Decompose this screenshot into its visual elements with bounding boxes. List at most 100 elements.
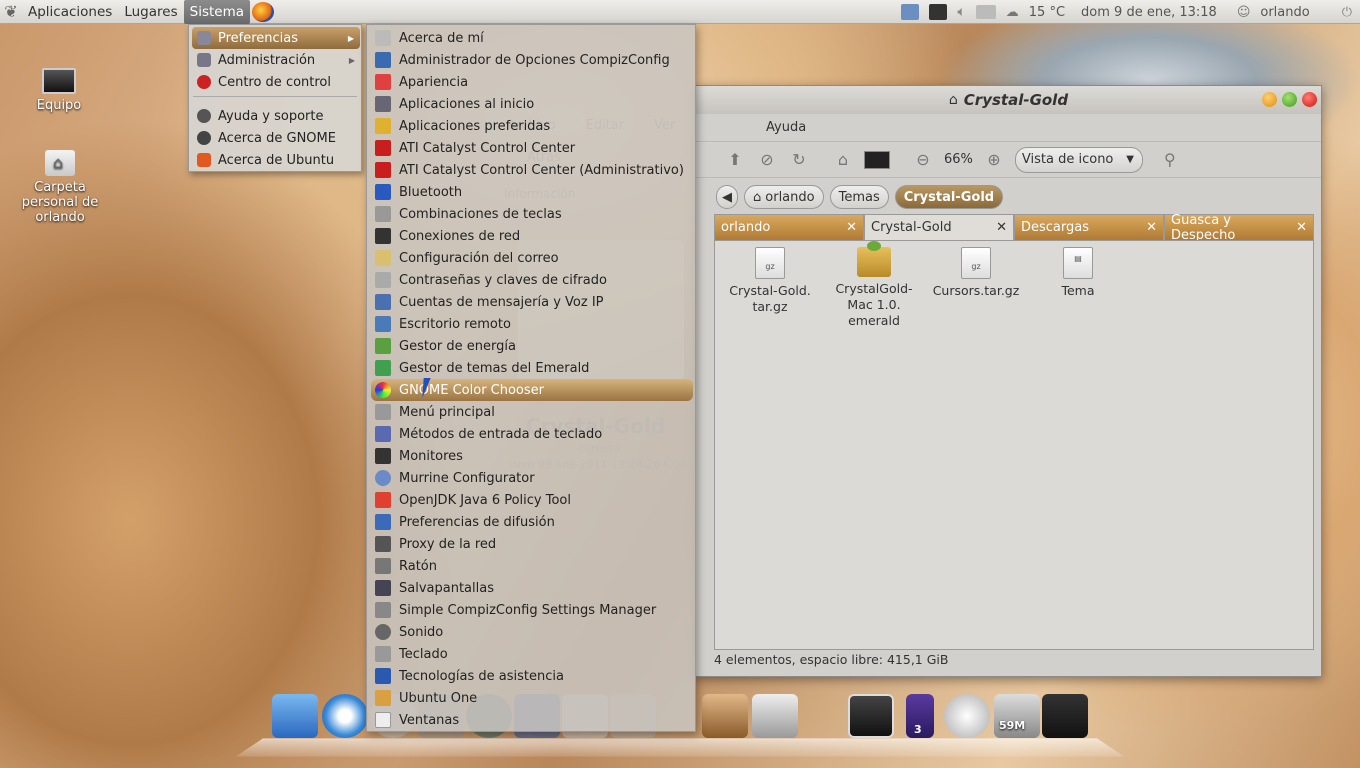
emerald-icon (375, 360, 391, 376)
gnome-foot-icon[interactable]: ❦ (0, 1, 22, 23)
firefox-launcher-icon[interactable] (252, 1, 275, 22)
menu-lugares[interactable]: Lugares (118, 0, 183, 24)
desktop-icon-home[interactable]: Carpeta personal de orlando (20, 150, 100, 225)
menu-item-acerca-gnome[interactable]: Acerca de GNOME (189, 127, 361, 149)
stop-icon[interactable]: ⊘ (756, 149, 778, 171)
pref-item[interactable]: Simple CompizConfig Settings Manager (371, 599, 693, 621)
pref-item[interactable]: Gestor de temas del Emerald (371, 357, 693, 379)
window-titlebar[interactable]: ⌂ Crystal-Gold (696, 86, 1321, 114)
pref-item[interactable]: Aplicaciones al inicio (371, 93, 693, 115)
desktop-icon-equipo[interactable]: Equipo (19, 68, 99, 113)
notes-icon[interactable] (901, 4, 920, 20)
pref-item[interactable]: OpenJDK Java 6 Policy Tool (371, 489, 693, 511)
pref-item[interactable]: Configuración del correo (371, 247, 693, 269)
mail-icon[interactable] (975, 5, 996, 19)
pref-item[interactable]: Preferencias de difusión (371, 511, 693, 533)
pref-item[interactable]: Murrine Configurator (371, 467, 693, 489)
back-arrow-icon[interactable]: ◀ (716, 185, 738, 209)
pref-item[interactable]: Contraseñas y claves de cifrado (371, 269, 693, 291)
weather-icon[interactable]: ☁︎ (1006, 5, 1019, 20)
pref-item[interactable]: Métodos de entrada de teclado (371, 423, 693, 445)
tab-descargas[interactable]: Descargas ✕ (1014, 214, 1164, 240)
computer-icon[interactable] (864, 150, 890, 169)
volume-icon[interactable]: 🔈︎ (957, 4, 965, 20)
minimize-button[interactable] (1262, 92, 1277, 107)
screenshot-icon[interactable] (929, 4, 948, 20)
pref-item[interactable]: Cuentas de mensajería y Voz IP (371, 291, 693, 313)
tab-orlando[interactable]: orlando ✕ (714, 214, 864, 240)
close-icon[interactable]: ✕ (846, 220, 857, 235)
trash-icon[interactable]: 59M (994, 694, 1040, 738)
pref-item[interactable]: Bluetooth (371, 181, 693, 203)
pref-item[interactable]: Tecnologías de asistencia (371, 665, 693, 687)
pref-item[interactable]: Proxy de la red (371, 533, 693, 555)
pointer-app-icon[interactable] (1042, 694, 1088, 738)
file-item[interactable]: gz Crystal-Gold. tar.gz (725, 247, 815, 315)
pref-item[interactable]: Acerca de mí (371, 27, 693, 49)
pref-item[interactable]: Ratón (371, 555, 693, 577)
pref-item[interactable]: Escritorio remoto (371, 313, 693, 335)
home-icon[interactable]: ⌂ (832, 149, 854, 171)
menu-item-label: Administración (218, 52, 316, 68)
menu-sistema[interactable]: Sistema (183, 0, 251, 24)
menu-item-ayuda[interactable]: Ayuda y soporte (189, 105, 361, 127)
workspace-switcher-icon[interactable]: 3 (906, 694, 934, 738)
menu-item-preferencias[interactable]: Preferencias ▶ (192, 27, 360, 49)
power-icon[interactable]: ⏻ (1342, 5, 1352, 20)
menu-item-centro-control[interactable]: Centro de control (189, 71, 361, 93)
reload-icon[interactable]: ↻ (788, 149, 810, 171)
pref-item[interactable]: ATI Catalyst Control Center (371, 137, 693, 159)
photos-icon[interactable] (702, 694, 748, 738)
up-icon[interactable]: ⬆ (724, 149, 746, 171)
user-name[interactable]: orlando (1260, 5, 1309, 20)
pref-item[interactable]: Menú principal (371, 401, 693, 423)
zoom-out-icon[interactable]: ⊖ (912, 149, 934, 171)
home-icon: ⌂ (753, 189, 762, 205)
mail-at-icon[interactable] (944, 694, 990, 738)
file-view[interactable]: gz Crystal-Gold. tar.gz CrystalGold- Mac… (714, 240, 1314, 650)
file-item[interactable]: CrystalGold- Mac 1.0. emerald (829, 241, 919, 329)
calendar-icon[interactable] (752, 694, 798, 738)
pref-item[interactable]: ATI Catalyst Control Center (Administrat… (371, 159, 693, 181)
crumb-crystal-gold[interactable]: Crystal-Gold (894, 185, 1004, 209)
maximize-button[interactable] (1282, 92, 1297, 107)
pref-item[interactable]: Ventanas (371, 709, 693, 731)
pref-item[interactable]: Teclado (371, 643, 693, 665)
finder-icon[interactable] (272, 694, 318, 738)
close-button[interactable] (1302, 92, 1317, 107)
file-item[interactable]: gz Cursors.tar.gz (931, 247, 1021, 299)
view-mode-select[interactable]: Vista de icono ▼ (1014, 146, 1143, 173)
pref-item[interactable]: Gestor de energía (371, 335, 693, 357)
close-icon[interactable]: ✕ (1146, 220, 1157, 235)
desktop-icon[interactable] (848, 694, 894, 738)
menu-item-acerca-ubuntu[interactable]: Acerca de Ubuntu (189, 149, 361, 171)
tab-crystal-gold[interactable]: Crystal-Gold ✕ (864, 214, 1014, 240)
menu-item-label: Centro de control (218, 74, 332, 90)
clock[interactable]: dom 9 de ene, 13:18 (1081, 5, 1217, 20)
close-icon[interactable]: ✕ (1296, 220, 1307, 235)
pref-item[interactable]: Combinaciones de teclas (371, 203, 693, 225)
crumb-temas[interactable]: Temas (829, 185, 889, 209)
pref-item[interactable]: Sonido (371, 621, 693, 643)
zoom-in-icon[interactable]: ⊕ (983, 149, 1005, 171)
pref-item[interactable]: Administrador de Opciones CompizConfig (371, 49, 693, 71)
user-icon[interactable]: ☺ (1237, 5, 1251, 20)
menu-item-administracion[interactable]: Administración ▶ (189, 49, 361, 71)
pref-item[interactable]: Ubuntu One (371, 687, 693, 709)
safari-icon[interactable] (322, 694, 368, 738)
temperature[interactable]: 15 °C (1029, 5, 1065, 20)
pref-item[interactable]: Apariencia (371, 71, 693, 93)
search-icon[interactable]: ⚲ (1159, 149, 1181, 171)
menu-ayuda[interactable]: Ayuda (766, 120, 806, 135)
close-icon[interactable]: ✕ (996, 220, 1007, 235)
pref-item[interactable]: GNOME Color Chooser (371, 379, 693, 401)
tab-guasca[interactable]: Guasca y Despecho ✕ (1164, 213, 1314, 243)
menu-aplicaciones[interactable]: Aplicaciones (22, 0, 118, 24)
pref-item[interactable]: Salvapantallas (371, 577, 693, 599)
crumb-orlando[interactable]: ⌂ orlando (744, 185, 824, 209)
pref-item[interactable]: Monitores (371, 445, 693, 467)
pref-item[interactable]: Aplicaciones preferidas (371, 115, 693, 137)
file-item[interactable]: ▤ Tema (1033, 247, 1123, 299)
pref-item[interactable]: Conexiones de red (371, 225, 693, 247)
panel-tray: 🔈︎ ☁︎ 15 °C dom 9 de ene, 13:18 ☺ orland… (901, 0, 1360, 24)
